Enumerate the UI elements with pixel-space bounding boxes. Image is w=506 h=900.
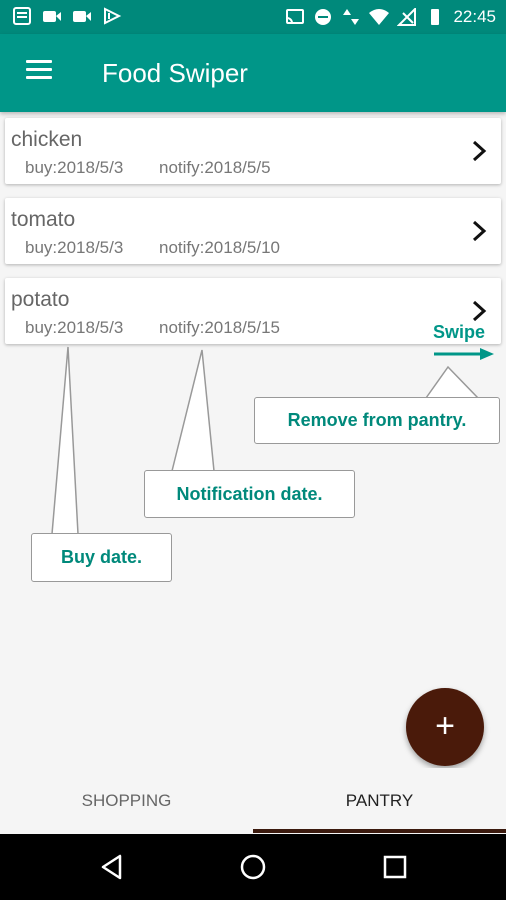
notify-date: notify:2018/5/10 [159, 238, 280, 257]
video-icon [43, 11, 61, 22]
notification-icons [12, 7, 122, 25]
clock: 22:45 [453, 7, 496, 26]
buy-date: buy:2018/5/3 [25, 238, 124, 257]
tab-shopping[interactable]: SHOPPING [0, 768, 253, 834]
tab-indicator [253, 829, 506, 833]
buy-date: buy:2018/5/3 [25, 318, 124, 337]
add-item-button[interactable]: + [406, 688, 484, 766]
data-icon [343, 9, 360, 25]
bottom-tabs: SHOPPING PANTRY [0, 768, 506, 834]
notify-date: notify:2018/5/5 [159, 158, 271, 177]
item-name: tomato [11, 208, 76, 231]
wifi-icon [369, 9, 390, 25]
list-item[interactable]: potato buy:2018/5/3 notify:2018/5/15 [5, 278, 501, 344]
buy-callout: Buy date. [31, 533, 172, 582]
system-icons: 22:45 [285, 7, 496, 27]
app-bar: Food Swiper [0, 34, 506, 112]
remove-callout: Remove from pantry. [254, 397, 500, 444]
back-icon[interactable] [98, 852, 128, 882]
list-item[interactable]: tomato buy:2018/5/3 notify:2018/5/10 [5, 198, 501, 264]
menu-icon[interactable] [26, 60, 54, 82]
notification-callout: Notification date. [144, 470, 355, 518]
list-item[interactable]: chicken buy:2018/5/3 notify:2018/5/5 [5, 118, 501, 184]
plus-icon: + [435, 707, 455, 745]
swipe-hint: Swipe [433, 322, 486, 342]
chevron-right-icon[interactable] [471, 220, 487, 242]
item-name: potato [11, 288, 70, 311]
battery-icon [431, 9, 440, 25]
notify-date: notify:2018/5/15 [159, 318, 280, 337]
do-not-disturb-icon [315, 9, 332, 25]
recents-icon[interactable] [380, 852, 410, 882]
video-icon [73, 11, 91, 22]
chevron-right-icon[interactable] [471, 300, 487, 322]
cast-icon [286, 9, 305, 24]
no-signal-icon [397, 8, 417, 26]
page-title: Food Swiper [102, 58, 248, 88]
tab-pantry[interactable]: PANTRY [253, 768, 506, 834]
app-icon [104, 7, 122, 25]
navigation-bar [0, 834, 506, 900]
chevron-right-icon[interactable] [471, 140, 487, 162]
home-icon[interactable] [238, 852, 268, 882]
status-bar: 22:45 [0, 0, 506, 34]
app-icon [13, 7, 31, 25]
buy-date: buy:2018/5/3 [25, 158, 124, 177]
item-name: chicken [11, 128, 83, 151]
